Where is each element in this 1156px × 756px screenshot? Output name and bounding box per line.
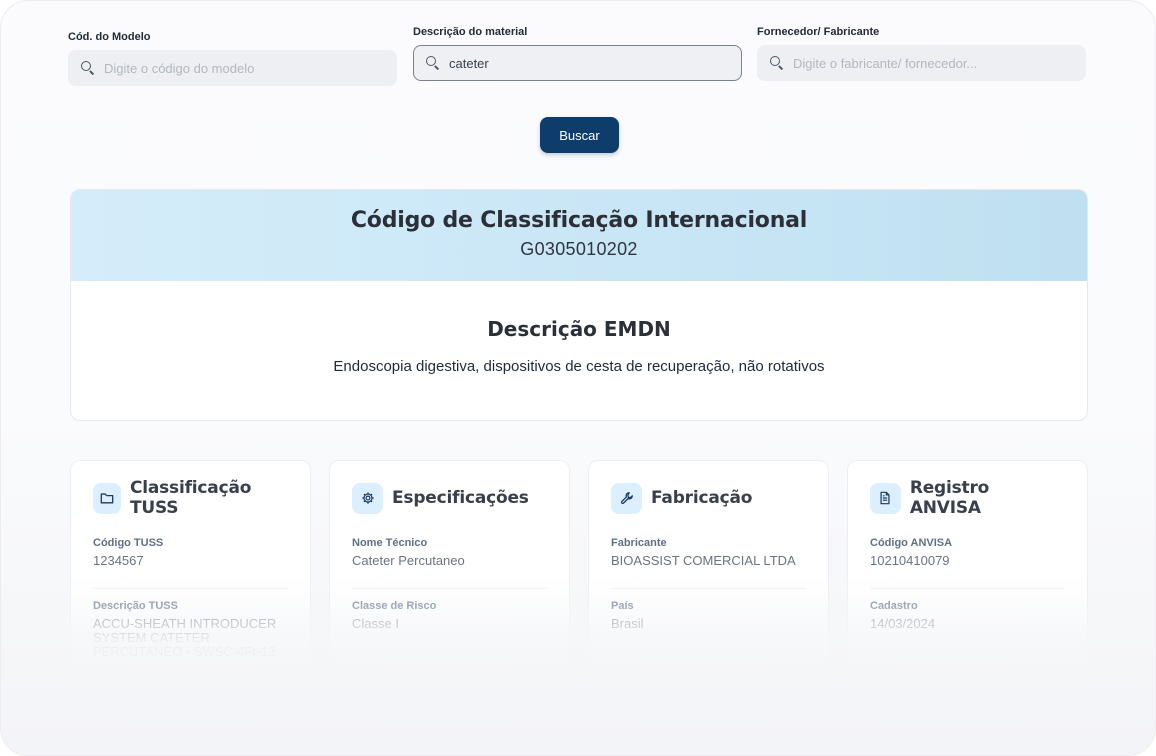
risk-class-label: Classe de Risco	[352, 600, 437, 612]
material-label: Descrição do material	[413, 26, 528, 38]
technical-name-value: Cateter Percutaneo	[352, 553, 465, 568]
specs-card: Especificações Nome Técnico Cateter Perc…	[329, 460, 570, 690]
manufacturer-value: BIOASSIST COMERCIAL LTDA	[611, 553, 796, 568]
anvisa-code-value: 10210410079	[870, 553, 950, 568]
divider	[352, 588, 547, 589]
manufacturer-label: Fabricante	[611, 537, 667, 549]
search-icon	[770, 56, 784, 70]
search-button[interactable]: Buscar	[540, 117, 619, 153]
search-icon	[426, 56, 440, 70]
document-icon	[870, 482, 901, 514]
manufacturing-card-title: Fabricação	[651, 488, 753, 508]
fornecedor-input[interactable]	[793, 55, 1073, 71]
manufacturing-card: Fabricação Fabricante BIOASSIST COMERCIA…	[588, 460, 829, 690]
anvisa-card-title: Registro ANVISA	[909, 478, 990, 518]
material-input-box[interactable]	[413, 45, 742, 81]
tuss-card-title: Classificação TUSS	[129, 478, 252, 518]
fornecedor-label: Fornecedor/ Fabricante	[757, 26, 880, 38]
app-frame: Cód. do Modelo Descrição do material For…	[0, 0, 1156, 756]
tuss-card: Classificação TUSS Código TUSS 1234567 D…	[70, 460, 311, 690]
classification-header: Código de Classificação Internacional G0…	[71, 190, 1087, 281]
risk-class-value: Classe I	[352, 616, 399, 631]
tuss-code-value: 1234567	[93, 553, 144, 568]
country-value: Brasil	[611, 616, 644, 631]
fornecedor-field: Fornecedor/ Fabricante	[757, 26, 1086, 81]
folder-icon	[93, 482, 121, 514]
classification-code: G0305010202	[520, 239, 638, 259]
tuss-description-label: Descrição TUSS	[93, 600, 178, 612]
search-icon	[81, 61, 95, 75]
divider	[611, 588, 806, 589]
modelo-label: Cód. do Modelo	[68, 31, 151, 43]
modelo-field: Cód. do Modelo	[68, 31, 397, 86]
specs-card-title: Especificações	[392, 488, 529, 508]
gear-icon	[352, 482, 383, 514]
tuss-code-label: Código TUSS	[93, 537, 164, 549]
technical-name-label: Nome Técnico	[352, 537, 428, 549]
divider	[93, 588, 288, 589]
anvisa-code-label: Código ANVISA	[870, 537, 953, 549]
classification-card: Código de Classificação Internacional G0…	[70, 189, 1088, 421]
classification-title: Código de Classificação Internacional	[350, 208, 808, 233]
emdn-title: Descrição EMDN	[487, 317, 671, 341]
tuss-description-value: ACCU-SHEATH INTRODUCER SYSTEM CATETER PE…	[93, 616, 277, 659]
material-field: Descrição do material	[413, 26, 742, 81]
divider	[870, 588, 1065, 589]
fornecedor-input-box[interactable]	[757, 45, 1086, 81]
emdn-description: Endoscopia digestiva, dispositivos de ce…	[333, 358, 825, 375]
material-input[interactable]	[449, 55, 729, 71]
registration-date-label: Cadastro	[870, 600, 918, 612]
wrench-icon	[611, 482, 642, 514]
registration-date-value: 14/03/2024	[870, 616, 936, 631]
anvisa-card: Registro ANVISA Código ANVISA 1021041007…	[847, 460, 1088, 690]
modelo-input[interactable]	[104, 60, 384, 76]
modelo-input-box[interactable]	[68, 50, 397, 86]
country-label: País	[611, 600, 634, 612]
